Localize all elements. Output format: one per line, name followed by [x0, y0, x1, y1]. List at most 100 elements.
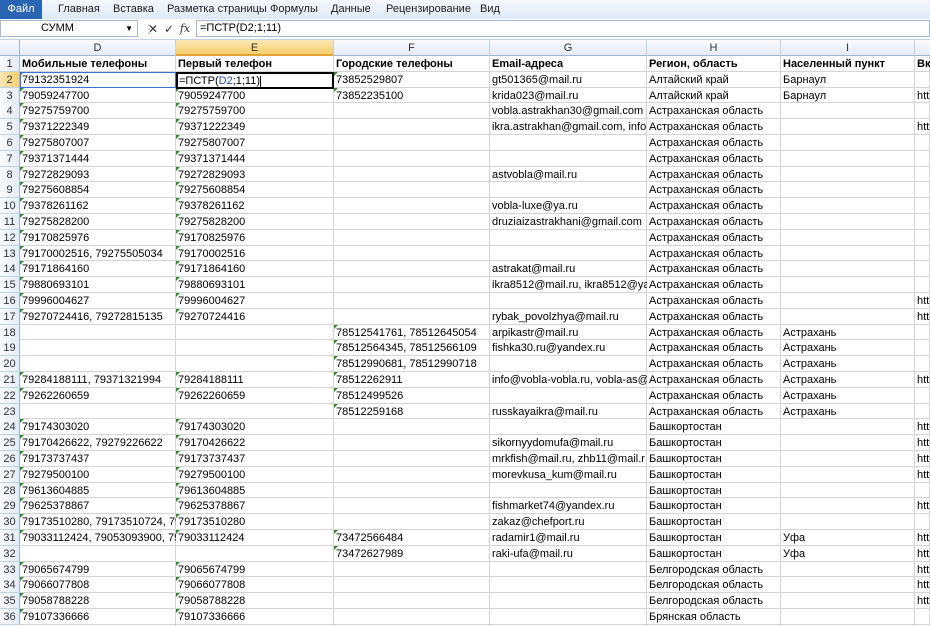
name-box[interactable]: СУММ ▼ [0, 20, 138, 37]
table-cell[interactable]: ikra8512@mail.ru, ikra8512@ya [490, 277, 647, 293]
table-cell[interactable] [334, 214, 490, 230]
table-cell[interactable] [915, 514, 930, 530]
row-header[interactable]: 11 [0, 214, 20, 230]
table-cell[interactable]: 79270724416, 79272815135 [20, 309, 176, 325]
row-header[interactable]: 30 [0, 514, 20, 530]
table-cell[interactable] [20, 356, 176, 372]
table-cell[interactable]: 79107336666 [20, 609, 176, 625]
error-indicator-icon[interactable] [334, 72, 338, 76]
table-cell[interactable] [334, 593, 490, 609]
tab-formulas[interactable]: Формулы [270, 0, 318, 19]
header-cell[interactable]: Email-адреса [490, 56, 647, 72]
table-cell[interactable]: Астраханская область [647, 182, 781, 198]
table-cell[interactable] [334, 451, 490, 467]
table-cell[interactable]: 79275828200 [20, 214, 176, 230]
row-header[interactable]: 24 [0, 419, 20, 435]
table-cell[interactable] [334, 514, 490, 530]
table-cell[interactable]: 79170426622 [176, 435, 334, 451]
error-indicator-icon[interactable] [176, 119, 180, 123]
table-cell[interactable]: htt [915, 467, 930, 483]
error-indicator-icon[interactable] [334, 530, 338, 534]
table-cell[interactable]: Башкортостан [647, 546, 781, 562]
table-cell[interactable] [334, 119, 490, 135]
error-indicator-icon[interactable] [20, 483, 24, 487]
column-header-h[interactable]: H [647, 40, 781, 56]
row-header[interactable]: 8 [0, 167, 20, 183]
table-cell[interactable] [781, 451, 915, 467]
table-cell[interactable] [334, 293, 490, 309]
table-cell[interactable]: vobla-luxe@ya.ru [490, 198, 647, 214]
table-cell[interactable]: 79173510280, 79173510724, 7917 [20, 514, 176, 530]
table-cell[interactable] [334, 103, 490, 119]
row-header[interactable]: 6 [0, 135, 20, 151]
error-indicator-icon[interactable] [20, 261, 24, 265]
error-indicator-icon[interactable] [176, 577, 180, 581]
error-indicator-icon[interactable] [176, 451, 180, 455]
table-cell[interactable]: Уфа [781, 530, 915, 546]
table-cell[interactable]: Астраханская область [647, 261, 781, 277]
row-header[interactable]: 4 [0, 103, 20, 119]
error-indicator-icon[interactable] [176, 214, 180, 218]
table-cell[interactable]: 79170426622, 79279226622 [20, 435, 176, 451]
table-cell[interactable] [334, 261, 490, 277]
table-cell[interactable]: Барнаул [781, 72, 915, 88]
row-header[interactable]: 36 [0, 609, 20, 625]
table-cell[interactable] [490, 577, 647, 593]
row-header[interactable]: 25 [0, 435, 20, 451]
table-cell[interactable] [915, 151, 930, 167]
row-header[interactable]: 14 [0, 261, 20, 277]
table-cell[interactable]: 79880693101 [20, 277, 176, 293]
table-cell[interactable]: Астраханская область [647, 135, 781, 151]
error-indicator-icon[interactable] [176, 514, 180, 518]
table-cell[interactable] [781, 214, 915, 230]
row-header[interactable]: 18 [0, 325, 20, 341]
table-cell[interactable]: gt501365@mail.ru [490, 72, 647, 88]
table-cell[interactable] [781, 593, 915, 609]
table-cell[interactable]: htt [915, 451, 930, 467]
error-indicator-icon[interactable] [176, 151, 180, 155]
table-cell[interactable]: Астраханская область [647, 119, 781, 135]
table-cell[interactable]: Астраханская область [647, 309, 781, 325]
row-header[interactable]: 5 [0, 119, 20, 135]
table-cell[interactable]: htt [915, 293, 930, 309]
table-cell[interactable]: Астраханская область [647, 103, 781, 119]
table-cell[interactable]: Алтайский край [647, 72, 781, 88]
table-cell[interactable] [781, 309, 915, 325]
error-indicator-icon[interactable] [176, 483, 180, 487]
table-cell[interactable]: 79058788228 [20, 593, 176, 609]
table-cell[interactable]: morevkusa_kum@mail.ru [490, 467, 647, 483]
error-indicator-icon[interactable] [176, 293, 180, 297]
table-cell[interactable]: Астрахань [781, 356, 915, 372]
table-cell[interactable] [176, 340, 334, 356]
row-header[interactable]: 31 [0, 530, 20, 546]
table-cell[interactable]: 79275759700 [20, 103, 176, 119]
table-cell[interactable]: info@vobla-vobla.ru, vobla-as@ [490, 372, 647, 388]
table-cell[interactable]: 79171864160 [20, 261, 176, 277]
table-cell[interactable]: Башкортостан [647, 419, 781, 435]
table-cell[interactable]: 79275807007 [176, 135, 334, 151]
table-cell[interactable]: radamir1@mail.ru [490, 530, 647, 546]
row-header[interactable]: 26 [0, 451, 20, 467]
error-indicator-icon[interactable] [20, 467, 24, 471]
error-indicator-icon[interactable] [20, 167, 24, 171]
table-cell[interactable] [490, 419, 647, 435]
table-cell[interactable]: Астрахань [781, 388, 915, 404]
table-cell[interactable]: 78512990681, 78512990718 [334, 356, 490, 372]
error-indicator-icon[interactable] [176, 198, 180, 202]
table-cell[interactable]: 79174303020 [20, 419, 176, 435]
error-indicator-icon[interactable] [20, 198, 24, 202]
table-cell[interactable] [781, 514, 915, 530]
table-cell[interactable] [915, 277, 930, 293]
table-cell[interactable]: 79066077808 [20, 577, 176, 593]
error-indicator-icon[interactable] [20, 577, 24, 581]
table-cell[interactable]: Белгородская область [647, 593, 781, 609]
table-cell[interactable]: 79066077808 [176, 577, 334, 593]
error-indicator-icon[interactable] [20, 119, 24, 123]
error-indicator-icon[interactable] [20, 372, 24, 376]
table-cell[interactable] [334, 419, 490, 435]
table-cell[interactable]: htt [915, 419, 930, 435]
error-indicator-icon[interactable] [20, 103, 24, 107]
error-indicator-icon[interactable] [176, 309, 180, 313]
table-cell[interactable]: 79279500100 [20, 467, 176, 483]
table-cell[interactable]: Белгородская область [647, 577, 781, 593]
